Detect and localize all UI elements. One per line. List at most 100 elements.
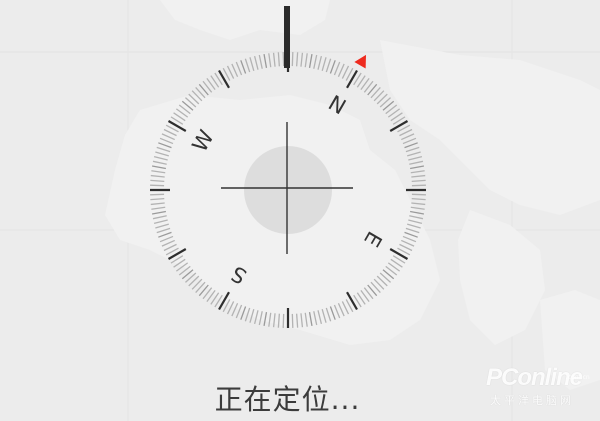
minor-tick <box>407 223 421 229</box>
cardinal-n-label: N <box>324 91 350 120</box>
minor-tick <box>405 146 420 153</box>
minor-tick <box>150 174 165 178</box>
minor-tick <box>300 52 304 67</box>
minor-tick <box>333 304 341 319</box>
minor-tick <box>240 306 247 320</box>
minor-tick <box>152 160 167 165</box>
minor-tick <box>329 306 336 320</box>
minor-tick <box>152 215 167 220</box>
minor-tick <box>411 179 426 182</box>
major-tick <box>346 69 358 89</box>
minor-tick <box>407 151 421 157</box>
minor-tick <box>408 155 423 161</box>
cardinal-s-label: S <box>227 261 251 288</box>
minor-tick <box>296 52 299 67</box>
minor-tick <box>410 170 425 174</box>
minor-tick <box>410 210 425 215</box>
minor-tick <box>153 155 168 161</box>
major-tick <box>389 120 409 132</box>
minor-tick <box>159 235 174 243</box>
major-tick <box>218 291 230 311</box>
minor-tick <box>258 54 263 69</box>
minor-tick <box>337 303 345 317</box>
minor-tick <box>308 312 313 327</box>
minor-tick <box>268 312 272 327</box>
minor-tick <box>156 146 171 153</box>
minor-tick <box>300 313 304 328</box>
minor-tick <box>411 202 426 206</box>
minor-tick <box>235 304 243 319</box>
minor-tick <box>249 309 255 323</box>
compass-screen: NESW 正在定位... PConline .com.cn 太平洋电脑网 <box>0 0 600 421</box>
minor-tick <box>325 307 332 322</box>
minor-tick <box>249 57 255 71</box>
major-tick <box>389 248 409 260</box>
minor-tick <box>253 55 259 70</box>
minor-tick <box>156 227 171 234</box>
minor-tick <box>161 133 175 141</box>
minor-tick <box>401 239 415 247</box>
minor-tick <box>244 307 251 322</box>
minor-tick <box>401 133 415 141</box>
minor-tick <box>263 53 268 68</box>
minor-tick <box>161 239 175 247</box>
minor-tick <box>329 60 336 74</box>
minor-tick <box>151 206 166 210</box>
minor-tick <box>313 311 318 326</box>
minor-tick <box>153 219 168 225</box>
minor-tick <box>405 227 420 234</box>
major-tick <box>346 291 358 311</box>
minor-tick <box>272 52 276 67</box>
minor-tick <box>410 206 425 210</box>
minor-tick <box>158 231 172 238</box>
minor-tick <box>263 312 268 327</box>
minor-tick <box>151 170 166 174</box>
minor-tick <box>317 55 323 70</box>
minor-tick <box>402 137 417 145</box>
minor-tick <box>235 61 243 76</box>
minor-tick <box>409 215 424 220</box>
minor-tick <box>317 310 323 325</box>
minor-tick <box>151 165 166 170</box>
minor-tick <box>231 63 239 77</box>
cardinal-e-label: E <box>359 227 386 251</box>
minor-tick <box>231 303 239 317</box>
watermark-domain: .com.cn <box>566 374 590 381</box>
minor-tick <box>253 310 259 325</box>
level-bubble <box>244 146 332 234</box>
minor-tick <box>304 53 308 68</box>
minor-tick <box>150 202 165 206</box>
minor-tick <box>402 235 417 243</box>
minor-tick <box>313 54 318 69</box>
cardinal-w-label: W <box>188 126 219 156</box>
minor-tick <box>296 313 299 328</box>
minor-tick <box>321 309 327 323</box>
minor-tick <box>272 313 276 328</box>
minor-tick <box>150 179 165 182</box>
minor-tick <box>325 58 332 73</box>
minor-tick <box>258 311 263 326</box>
minor-tick <box>158 142 172 149</box>
minor-tick <box>404 231 418 238</box>
minor-tick <box>277 313 280 328</box>
minor-tick <box>277 52 280 67</box>
minor-tick <box>155 223 169 229</box>
major-tick <box>218 69 230 89</box>
minor-tick <box>404 142 418 149</box>
minor-tick <box>408 219 423 225</box>
minor-tick <box>337 63 345 77</box>
minor-tick <box>244 58 251 73</box>
major-tick <box>167 248 187 260</box>
minor-tick <box>411 198 426 201</box>
north-indicator-triangle <box>354 54 366 69</box>
minor-tick <box>411 174 426 178</box>
minor-tick <box>151 210 166 215</box>
minor-tick <box>304 312 308 327</box>
minor-tick <box>409 160 424 165</box>
minor-tick <box>159 137 174 145</box>
watermark-subtitle: 太平洋电脑网 <box>490 394 574 407</box>
minor-tick <box>155 151 169 157</box>
minor-tick <box>333 61 341 76</box>
minor-tick <box>240 60 247 74</box>
pconline-watermark-logo: PConline .com.cn 太平洋电脑网 <box>486 356 594 408</box>
